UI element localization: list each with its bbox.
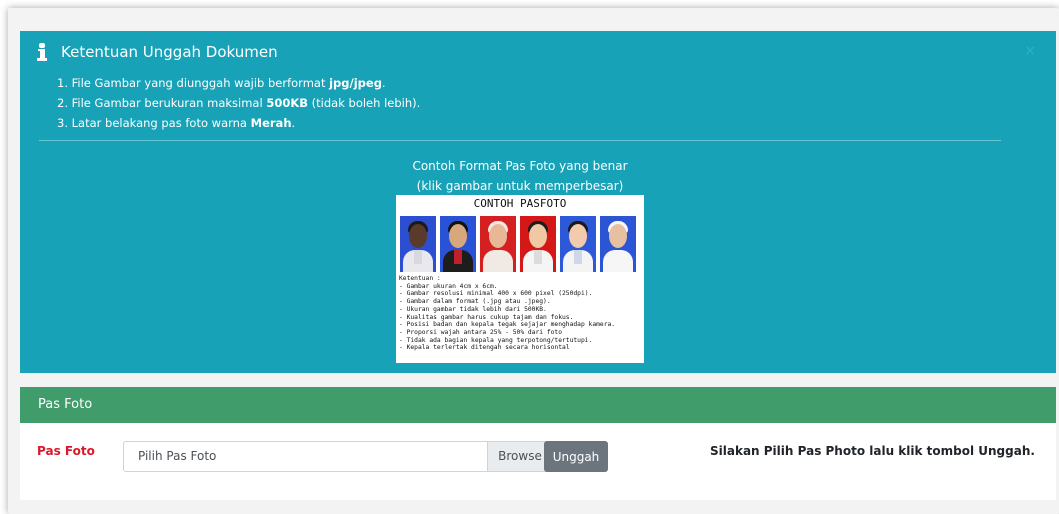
example-note-line: - Tidak ada bagian kepala yang terpotong… <box>399 336 593 344</box>
example-note-line: Ketentuan : <box>399 275 441 282</box>
example-note-line: - Ukuran gambar tidak lebih dari 500KB. <box>399 305 547 313</box>
pas-foto-card: Pas Foto Pas Foto Pilih Pas Foto Browse … <box>20 387 1056 500</box>
example-note-line: - Proporsi wajah antara 25% - 50% dari f… <box>399 328 563 336</box>
example-caption-hint: (klik gambar untuk memperbesar) <box>416 179 624 193</box>
info-icon <box>37 42 47 62</box>
file-input-placeholder[interactable]: Pilih Pas Foto <box>124 442 487 471</box>
rule-item: 2. File Gambar berukuran maksimal 500KB … <box>57 96 421 110</box>
pas-foto-label: Pas Foto <box>37 444 95 458</box>
divider <box>39 140 1001 141</box>
example-photo-image[interactable]: CONTOH PASFOTO Ketentuan :- Gambar ukura… <box>396 195 644 363</box>
example-note-line: - Gambar ukuran 4cm x 6cm. <box>399 282 498 290</box>
close-icon[interactable]: × <box>1024 43 1036 59</box>
example-portrait <box>400 216 436 272</box>
example-portrait <box>560 216 596 272</box>
example-portrait <box>520 216 556 272</box>
example-photo-notes: Ketentuan :- Gambar ukuran 4cm x 6cm. - G… <box>399 275 615 352</box>
example-caption: Contoh Format Pas Foto yang benar <box>412 159 628 173</box>
alert-header: Ketentuan Unggah Dokumen <box>37 42 278 62</box>
example-note-line: - Posisi badan dan kepala tegak sejajar … <box>399 321 616 329</box>
upload-rules-alert: × Ketentuan Unggah Dokumen 1. File Gamba… <box>20 31 1056 373</box>
card-header: Pas Foto <box>20 387 1056 423</box>
example-photos-row <box>400 216 636 272</box>
example-portrait <box>440 216 476 272</box>
browse-button[interactable]: Browse <box>487 442 552 471</box>
example-portrait <box>480 216 516 272</box>
example-portrait <box>600 216 636 272</box>
pas-foto-file-input[interactable]: Pilih Pas Foto Browse <box>123 441 553 472</box>
rule-item: 1. File Gambar yang diunggah wajib berfo… <box>57 76 386 90</box>
rules-list: 1. File Gambar yang diunggah wajib berfo… <box>57 73 420 133</box>
upload-hint: Silakan Pilih Pas Photo lalu klik tombol… <box>710 444 1035 458</box>
upload-button[interactable]: Unggah <box>544 441 608 472</box>
rule-item: 3. Latar belakang pas foto warna Merah. <box>57 116 296 130</box>
example-note-line: - Kepala terlertak ditengah secara horis… <box>399 344 570 352</box>
example-note-line: - Gambar resolusi minimal 400 x 600 pixe… <box>399 290 593 298</box>
alert-title: Ketentuan Unggah Dokumen <box>61 43 278 61</box>
example-note-line: - Gambar dalam format (.jpg atau .jpeg). <box>399 298 551 306</box>
example-photo-title: CONTOH PASFOTO <box>473 197 567 210</box>
example-note-line: - Kualitas gambar harus cukup tajam dan … <box>399 313 574 321</box>
